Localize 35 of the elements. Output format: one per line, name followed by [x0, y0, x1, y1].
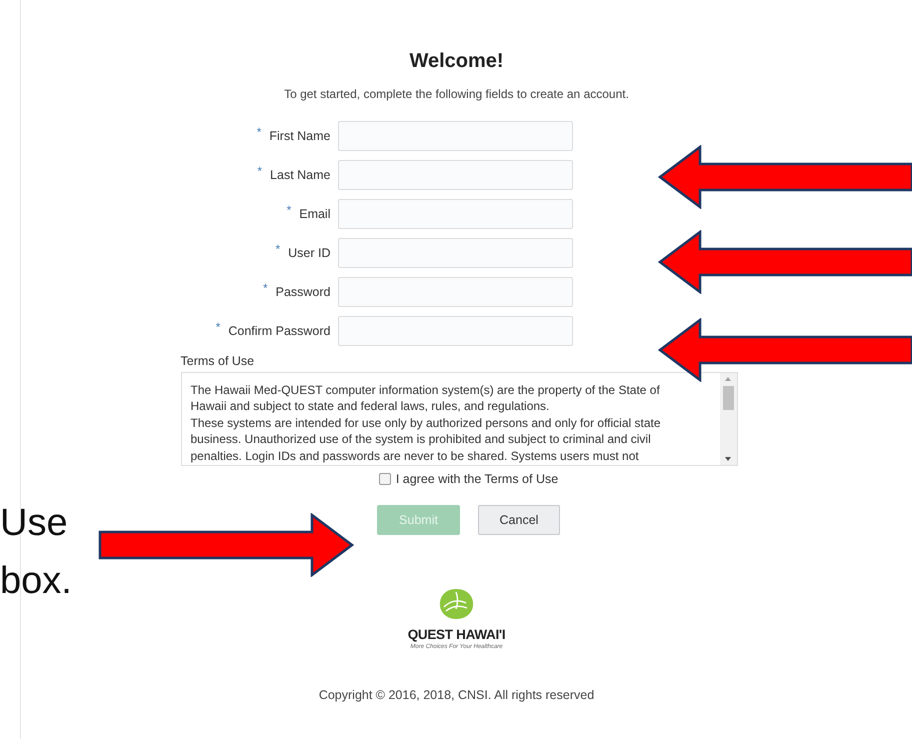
- scroll-up-icon[interactable]: [724, 376, 732, 382]
- text-field[interactable]: [338, 160, 572, 190]
- instructions-text: To get started, complete the following fields to create an account.: [284, 87, 629, 101]
- cancel-button[interactable]: Cancel: [478, 505, 560, 535]
- field-label: Last Name: [270, 168, 330, 182]
- callout-text: box.: [0, 559, 72, 604]
- field-label: First Name: [269, 129, 330, 143]
- required-mark: *: [262, 281, 268, 295]
- required-mark: *: [216, 320, 220, 334]
- field-label: User ID: [288, 246, 330, 260]
- copyright-text: Copyright © 2016, 2018, CNSI. All rights reserved: [318, 688, 594, 702]
- scrollbar-thumb[interactable]: [722, 386, 734, 410]
- field-label: Confirm Password: [228, 324, 330, 338]
- field-label: Password: [276, 285, 330, 299]
- agree-label: I agree with the Terms of Use: [396, 472, 558, 486]
- field-label: Email: [299, 207, 330, 221]
- terms-paragraph: The Hawaii Med-QUEST computer information system(s) are the property of the State of Hawaii and subject to state and federal laws, rules, and regulations.: [190, 382, 661, 415]
- callout-text: Use: [0, 501, 68, 546]
- terms-paragraph: These systems are intended for use only by authorized persons and only for official state business. Unauthorized use of the system is prohibited and subject to criminal and civil penalties. Login IDs and passwords are never to be shared. Systems users must not: [190, 414, 662, 464]
- required-mark: *: [286, 203, 292, 217]
- text-field[interactable]: [338, 277, 572, 307]
- terms-textbox[interactable]: [180, 372, 738, 466]
- required-mark: *: [257, 164, 262, 178]
- text-field[interactable]: [338, 316, 572, 346]
- required-mark: *: [256, 125, 262, 139]
- scroll-down-icon[interactable]: [724, 456, 732, 462]
- scrollbar[interactable]: [720, 373, 736, 465]
- page-title: Welcome!: [409, 50, 504, 73]
- logo-wordmark: QUEST HAWAI'I: [408, 627, 506, 642]
- text-field[interactable]: [338, 238, 572, 268]
- text-field[interactable]: [338, 199, 572, 229]
- agree-checkbox[interactable]: [378, 473, 391, 485]
- text-field[interactable]: [338, 121, 572, 151]
- required-mark: *: [275, 242, 280, 256]
- terms-label: Terms of Use: [180, 354, 256, 368]
